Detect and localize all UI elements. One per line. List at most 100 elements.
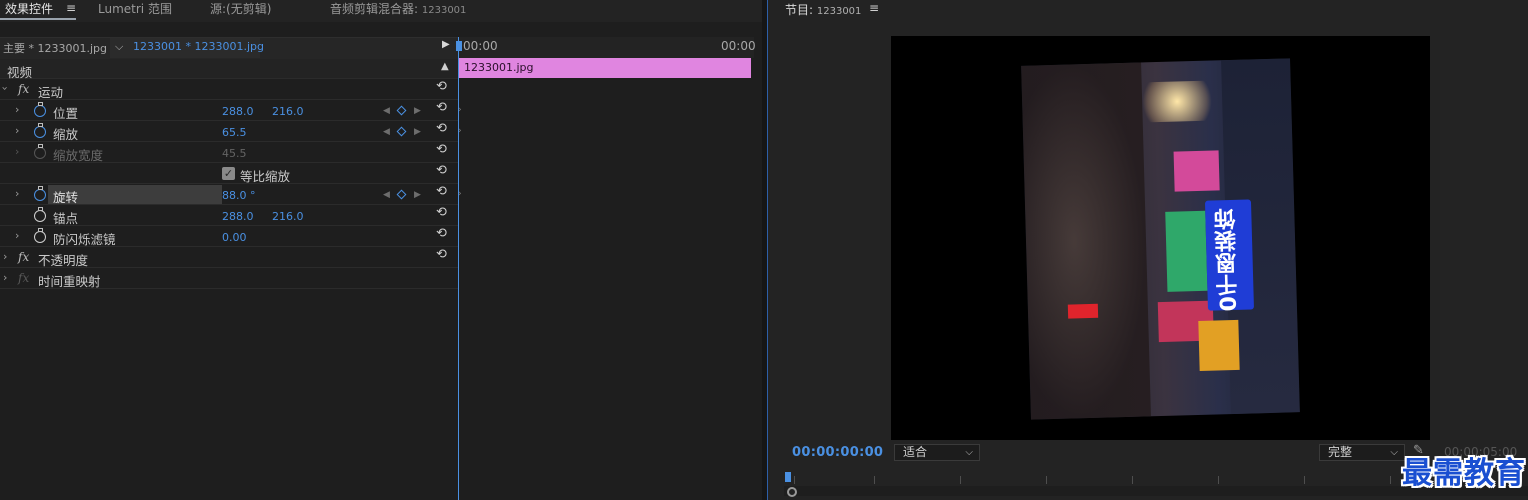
- stopwatch-icon: [34, 144, 46, 159]
- stopwatch-icon[interactable]: [34, 123, 46, 138]
- panel-menu-icon[interactable]: ≡: [66, 1, 76, 15]
- zoom-scroll-handle[interactable]: [787, 487, 797, 497]
- program-playhead[interactable]: [785, 472, 791, 482]
- active-tab-indicator: [0, 18, 76, 20]
- stopwatch-icon[interactable]: [34, 228, 46, 243]
- reset-icon[interactable]: ⟲: [436, 121, 447, 136]
- uniform-scale-checkbox[interactable]: ✓: [222, 167, 235, 180]
- reset-icon[interactable]: ⟲: [436, 205, 447, 220]
- fx-icon: fx: [18, 271, 30, 285]
- playback-quality-select[interactable]: 完整 ⌵: [1319, 444, 1405, 461]
- reset-icon[interactable]: ⟲: [436, 79, 447, 94]
- photo-sign-text: 0千恩装饰: [1214, 207, 1243, 312]
- scale-width-value: 45.5: [222, 147, 247, 160]
- reset-icon[interactable]: ⟲: [436, 100, 447, 115]
- rotation-label: 旋转: [53, 190, 79, 205]
- tab-audio-clip-mixer-label: 音频剪辑混合器:: [330, 2, 419, 16]
- playhead-line[interactable]: [458, 37, 459, 500]
- chevron-down-icon: ⌵: [965, 447, 973, 458]
- watermark-logo: 最需教育: [1402, 456, 1526, 491]
- next-keyframe-icon[interactable]: ▶: [414, 190, 421, 200]
- prev-keyframe-icon[interactable]: ◀: [383, 127, 390, 137]
- collapse-up-icon[interactable]: ▲: [441, 61, 449, 72]
- rotated-photo-frame: 0千恩装饰: [1021, 58, 1300, 420]
- program-sequence-name: 1233001: [816, 6, 862, 17]
- tab-audio-clip-mixer[interactable]: 音频剪辑混合器: 1233001: [330, 0, 466, 22]
- sequence-clip-label[interactable]: 1233001 * 1233001.jpg: [133, 40, 264, 53]
- expand-chevron-icon[interactable]: ›: [0, 86, 12, 90]
- photo-shop-sign: [1165, 210, 1208, 292]
- expand-chevron-icon: ›: [15, 145, 20, 158]
- motion-row[interactable]: [0, 79, 458, 100]
- ruler-tick: [874, 476, 875, 484]
- rotation-value[interactable]: 88.0 °: [222, 189, 256, 202]
- fx-icon[interactable]: fx: [18, 82, 29, 96]
- ruler-tick: [1304, 476, 1305, 484]
- reset-icon[interactable]: ⟲: [436, 142, 447, 157]
- ruler-tick: [1390, 476, 1391, 484]
- zoom-fit-value: 适合: [903, 445, 928, 459]
- ruler-tick: [794, 476, 795, 484]
- prev-keyframe-icon[interactable]: ◀: [383, 106, 390, 116]
- ruler-tick: [1046, 476, 1047, 484]
- uniform-scale-label: 等比缩放: [240, 169, 291, 184]
- effect-timeline-area[interactable]: [458, 37, 754, 500]
- program-timecode[interactable]: 00:00:00:00: [792, 445, 883, 460]
- timeline-end-time: 00:00: [721, 39, 756, 53]
- ruler-tick: [1218, 476, 1219, 484]
- expand-chevron-icon[interactable]: ›: [15, 103, 19, 116]
- video-section-header: [0, 59, 458, 79]
- photo-shop-sign: [1173, 150, 1220, 192]
- effect-timeline-ruler[interactable]: [458, 37, 754, 58]
- photo-red-light: [1067, 303, 1099, 319]
- anchor-label: 锚点: [53, 211, 79, 226]
- ruler-tick: [1132, 476, 1133, 484]
- photo-lights: [1131, 80, 1223, 123]
- program-title-label: 节目:: [785, 3, 814, 17]
- prev-keyframe-icon[interactable]: ◀: [383, 190, 390, 200]
- expand-chevron-icon[interactable]: ›: [3, 250, 7, 263]
- anti-flicker-value[interactable]: 0.00: [222, 231, 247, 244]
- panel-menu-icon[interactable]: ≡: [869, 1, 879, 15]
- chevron-down-icon: ⌵: [1390, 447, 1398, 458]
- reset-icon[interactable]: ⟲: [436, 247, 447, 262]
- photo-shop-sign: [1198, 319, 1240, 371]
- reset-icon[interactable]: ⟲: [436, 226, 447, 241]
- ruler-tick: [960, 476, 961, 484]
- next-keyframe-icon[interactable]: ▶: [414, 106, 421, 116]
- expand-chevron-icon[interactable]: ›: [15, 229, 19, 242]
- position-label: 位置: [53, 106, 79, 121]
- reset-icon[interactable]: ⟲: [436, 163, 447, 178]
- program-monitor-title[interactable]: 节目: 1233001: [785, 1, 861, 18]
- tab-audio-clip-mixer-sub: 1233001: [421, 5, 467, 16]
- position-x-value[interactable]: 288.0: [222, 105, 254, 118]
- master-clip-label[interactable]: 主要 * 1233001.jpg: [3, 40, 107, 56]
- motion-label: 运动: [38, 85, 64, 100]
- playhead-handle[interactable]: [456, 41, 462, 51]
- photo-crowd: [1021, 62, 1151, 420]
- expand-chevron-icon[interactable]: ›: [15, 124, 19, 137]
- scale-label: 缩放: [53, 127, 79, 142]
- expand-chevron-icon[interactable]: ›: [3, 271, 7, 284]
- time-remap-label: 时间重映射: [38, 274, 101, 289]
- anchor-x-value[interactable]: 288.0: [222, 210, 254, 223]
- reset-icon[interactable]: ⟲: [436, 184, 447, 199]
- playback-quality-value: 完整: [1328, 445, 1353, 459]
- anchor-y-value[interactable]: 216.0: [272, 210, 304, 223]
- zoom-fit-select[interactable]: 适合 ⌵: [894, 444, 980, 461]
- scale-width-label: 缩放宽度: [53, 148, 104, 163]
- tab-source[interactable]: 源:(无剪辑): [210, 0, 271, 22]
- next-keyframe-icon[interactable]: ▶: [414, 127, 421, 137]
- opacity-label: 不透明度: [38, 253, 89, 268]
- tab-lumetri-scopes[interactable]: Lumetri 范围: [98, 0, 172, 22]
- play-icon[interactable]: ▶: [442, 39, 450, 50]
- stopwatch-icon[interactable]: [34, 207, 46, 222]
- stopwatch-icon[interactable]: [34, 186, 46, 201]
- chevron-down-icon[interactable]: ⌵: [115, 40, 123, 54]
- expand-chevron-icon[interactable]: ›: [15, 187, 19, 200]
- anti-flicker-label: 防闪烁滤镜: [53, 232, 116, 247]
- position-y-value[interactable]: 216.0: [272, 105, 304, 118]
- stopwatch-icon[interactable]: [34, 102, 46, 117]
- scale-value[interactable]: 65.5: [222, 126, 247, 139]
- fx-icon[interactable]: fx: [18, 250, 29, 264]
